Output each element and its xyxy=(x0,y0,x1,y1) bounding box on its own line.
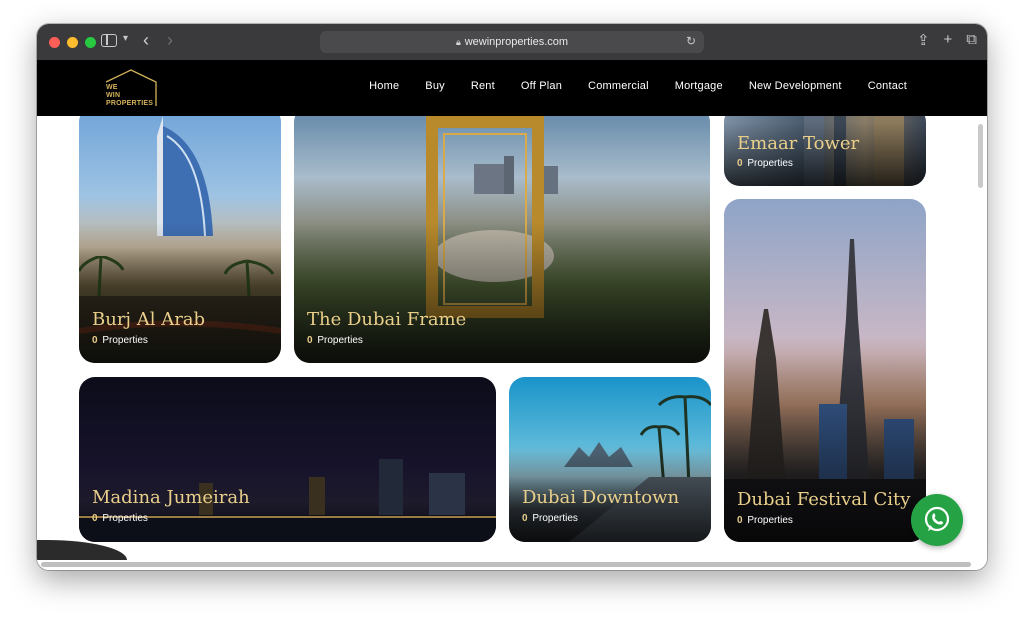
reload-icon[interactable]: ↻ xyxy=(686,34,696,48)
nav-buy[interactable]: Buy xyxy=(425,80,445,92)
area-card-dubai-frame[interactable]: The Dubai Frame 0 Properties xyxy=(294,116,710,363)
card-count: 0 Properties xyxy=(307,335,363,346)
new-tab-icon[interactable]: + xyxy=(944,31,953,49)
window-controls xyxy=(49,36,96,48)
whatsapp-button[interactable] xyxy=(911,494,963,546)
area-card-dubai-downtown[interactable]: Dubai Downtown 0 Properties xyxy=(509,377,711,542)
burj-al-arab-image xyxy=(157,116,213,236)
whatsapp-icon xyxy=(924,506,950,532)
nav-rent[interactable]: Rent xyxy=(471,80,495,92)
nav-new-development[interactable]: New Development xyxy=(749,80,842,92)
maximize-window-button[interactable] xyxy=(85,36,96,48)
card-title: Dubai Festival City xyxy=(737,489,911,510)
site-logo[interactable]: WE WIN PROPERTIES xyxy=(104,68,160,110)
area-card-emaar-tower[interactable]: Emaar Tower 0 Properties xyxy=(724,116,926,186)
nav-commercial[interactable]: Commercial xyxy=(588,80,649,92)
area-card-dubai-festival-city[interactable]: Dubai Festival City 0 Properties xyxy=(724,199,926,542)
card-overlay xyxy=(724,353,926,542)
card-title: Emaar Tower xyxy=(737,133,860,154)
main-nav: Home Buy Rent Off Plan Commercial Mortga… xyxy=(369,80,907,92)
vertical-scrollbar[interactable] xyxy=(978,124,983,188)
minimize-window-button[interactable] xyxy=(67,36,78,48)
nav-home[interactable]: Home xyxy=(369,80,399,92)
card-count: 0 Properties xyxy=(737,515,793,526)
browser-toolbar: ▾ ‹ › 🔒︎ wewinproperties.com ↻ ⇪ + ⧉ xyxy=(37,24,987,60)
area-card-burj-al-arab[interactable]: Burj Al Arab 0 Properties xyxy=(79,116,281,363)
card-count: 0 Properties xyxy=(92,335,148,346)
horizontal-scrollbar[interactable] xyxy=(41,562,971,567)
lock-icon: 🔒︎ xyxy=(455,36,461,47)
card-title: The Dubai Frame xyxy=(307,309,467,330)
chevron-down-icon[interactable]: ▾ xyxy=(123,33,128,44)
url-text: wewinproperties.com xyxy=(464,36,569,48)
back-icon[interactable]: ‹ xyxy=(143,30,149,51)
card-title: Madina Jumeirah xyxy=(92,487,250,508)
forward-icon[interactable]: › xyxy=(167,30,173,51)
toolbar-actions: ⇪ + ⧉ xyxy=(917,31,977,49)
logo-text: WE WIN PROPERTIES xyxy=(106,84,154,107)
nav-off-plan[interactable]: Off Plan xyxy=(521,80,562,92)
nav-mortgage[interactable]: Mortgage xyxy=(675,80,723,92)
card-count: 0 Properties xyxy=(92,513,148,524)
site-header: WE WIN PROPERTIES Home Buy Rent Off Plan… xyxy=(37,60,987,116)
browser-window: ▾ ‹ › 🔒︎ wewinproperties.com ↻ ⇪ + ⧉ WE … xyxy=(37,24,987,570)
footer-wave-decoration xyxy=(37,540,127,560)
tabs-overview-icon[interactable]: ⧉ xyxy=(966,31,977,49)
nav-contact[interactable]: Contact xyxy=(868,80,907,92)
card-count: 0 Properties xyxy=(737,158,793,169)
page-content: Burj Al Arab 0 Properties The Dubai Fram… xyxy=(37,116,987,570)
card-count: 0 Properties xyxy=(522,513,578,524)
close-window-button[interactable] xyxy=(49,36,60,48)
address-bar[interactable]: 🔒︎ wewinproperties.com ↻ xyxy=(320,31,704,53)
card-title: Dubai Downtown xyxy=(522,487,680,508)
card-title: Burj Al Arab xyxy=(92,309,206,330)
card-overlay xyxy=(724,122,926,186)
area-card-madina-jumeirah[interactable]: Madina Jumeirah 0 Properties xyxy=(79,377,496,542)
share-icon[interactable]: ⇪ xyxy=(917,31,930,49)
sidebar-icon[interactable] xyxy=(101,34,117,47)
